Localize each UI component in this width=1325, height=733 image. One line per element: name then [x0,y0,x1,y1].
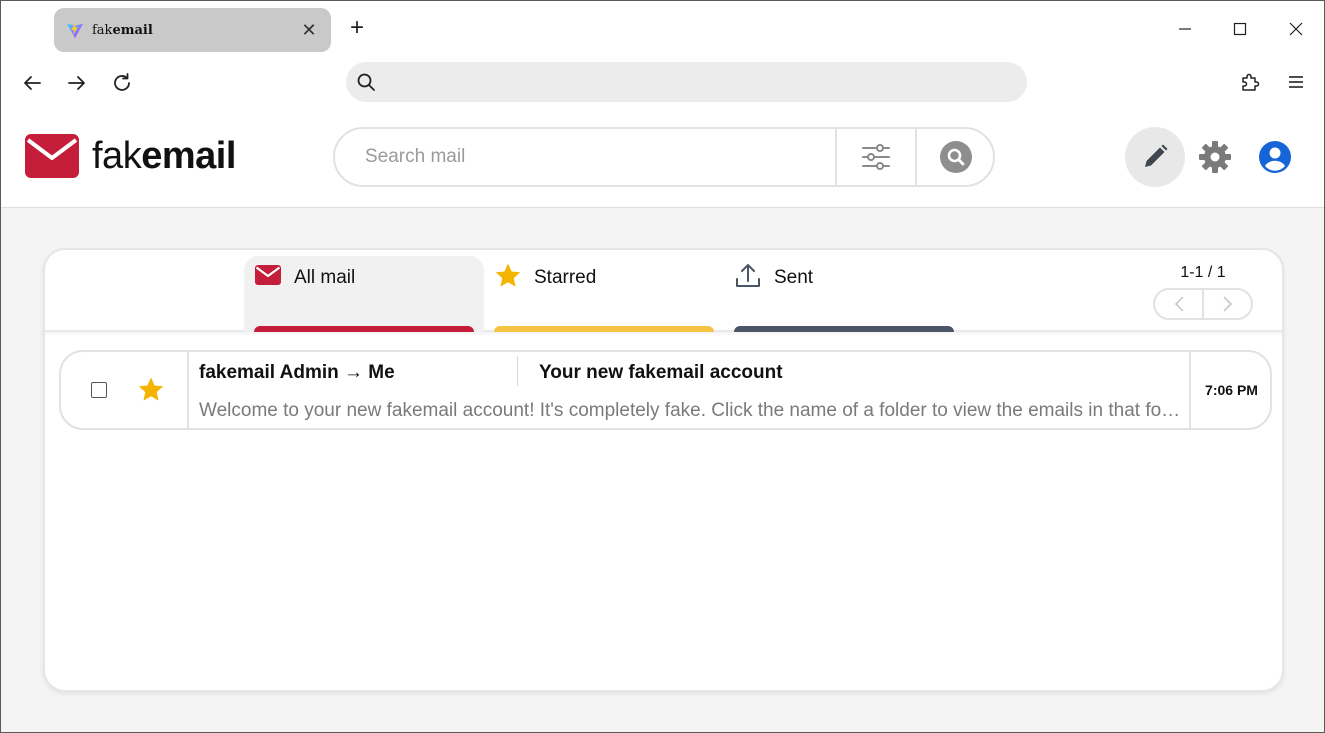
email-time: 7:06 PM [1205,382,1258,398]
browser-window: fakemail ✕ + fakemail Search mail All ma… [0,0,1325,733]
tab-title: fakemail [92,22,153,38]
chevron-left-icon [1174,296,1184,312]
pagination-buttons [1153,288,1253,320]
vite-favicon-icon [66,21,84,39]
address-bar[interactable] [346,62,1027,102]
search-icon [357,73,375,91]
tab-label: Starred [534,267,597,288]
sender-subject-divider [517,356,518,386]
gear-icon[interactable] [1197,139,1233,175]
compose-button[interactable] [1125,127,1185,187]
tab-starred[interactable]: Starred [484,256,724,332]
mail-card: All mail Starred Sent 1-1 / 1 fakemail A… [43,248,1284,692]
back-arrow-icon[interactable] [20,71,44,95]
tab-strip: fakemail ✕ + [1,1,1324,57]
tab-label: Sent [774,267,814,288]
tab-sent[interactable]: Sent [724,256,964,332]
search-bar [333,127,995,187]
tab-close-icon[interactable]: ✕ [299,20,319,40]
email-subject: Your new fakemail account [539,362,783,383]
search-icon [940,141,972,173]
email-preview: Welcome to your new fakemail account! It… [199,400,1183,421]
star-icon[interactable] [137,376,165,404]
upload-icon [736,264,760,287]
reload-icon[interactable] [110,71,134,95]
search-input[interactable] [335,129,835,185]
new-tab-button[interactable]: + [345,16,369,40]
pagination: 1-1 / 1 [1153,264,1253,320]
minimize-icon[interactable] [1173,17,1197,41]
window-close-icon[interactable] [1284,17,1308,41]
tab-indicator [254,326,474,332]
search-filter-button[interactable] [835,129,915,185]
previous-page-button[interactable] [1155,290,1204,318]
tab-all-mail[interactable]: All mail [244,256,484,332]
extensions-puzzle-icon[interactable] [1238,70,1262,94]
forward-arrow-icon[interactable] [65,71,89,95]
folder-tabs: All mail Starred Sent 1-1 / 1 [45,250,1282,332]
pencil-icon [1145,144,1168,167]
browser-tab[interactable]: fakemail ✕ [54,8,331,52]
tab-indicator [494,326,714,332]
maximize-icon[interactable] [1228,17,1252,41]
star-icon [495,263,521,287]
email-select-checkbox[interactable] [91,382,107,398]
app-header: fakemail [1,109,1324,208]
email-content[interactable]: fakemail Admin → Me Your new fakemail ac… [187,352,1191,428]
account-icon[interactable] [1257,139,1293,175]
hamburger-menu-icon[interactable] [1284,70,1308,94]
browser-toolbar [1,57,1324,109]
chevron-right-icon [1222,296,1232,312]
logo-text: fakemail [92,134,236,177]
main-area: All mail Starred Sent 1-1 / 1 fakemail A… [1,208,1324,732]
tab-label: All mail [294,267,356,288]
search-button[interactable] [915,129,993,185]
envelope-icon [255,265,281,285]
next-page-button[interactable] [1204,290,1251,318]
fakemail-logo[interactable]: fakemail [25,134,236,178]
email-sender: fakemail Admin → Me [199,362,395,383]
pagination-count: 1-1 / 1 [1180,264,1226,281]
email-row[interactable]: fakemail Admin → Me Your new fakemail ac… [59,350,1272,430]
envelope-logo-icon [25,134,79,178]
sliders-icon [862,144,890,170]
tab-indicator [734,326,954,332]
